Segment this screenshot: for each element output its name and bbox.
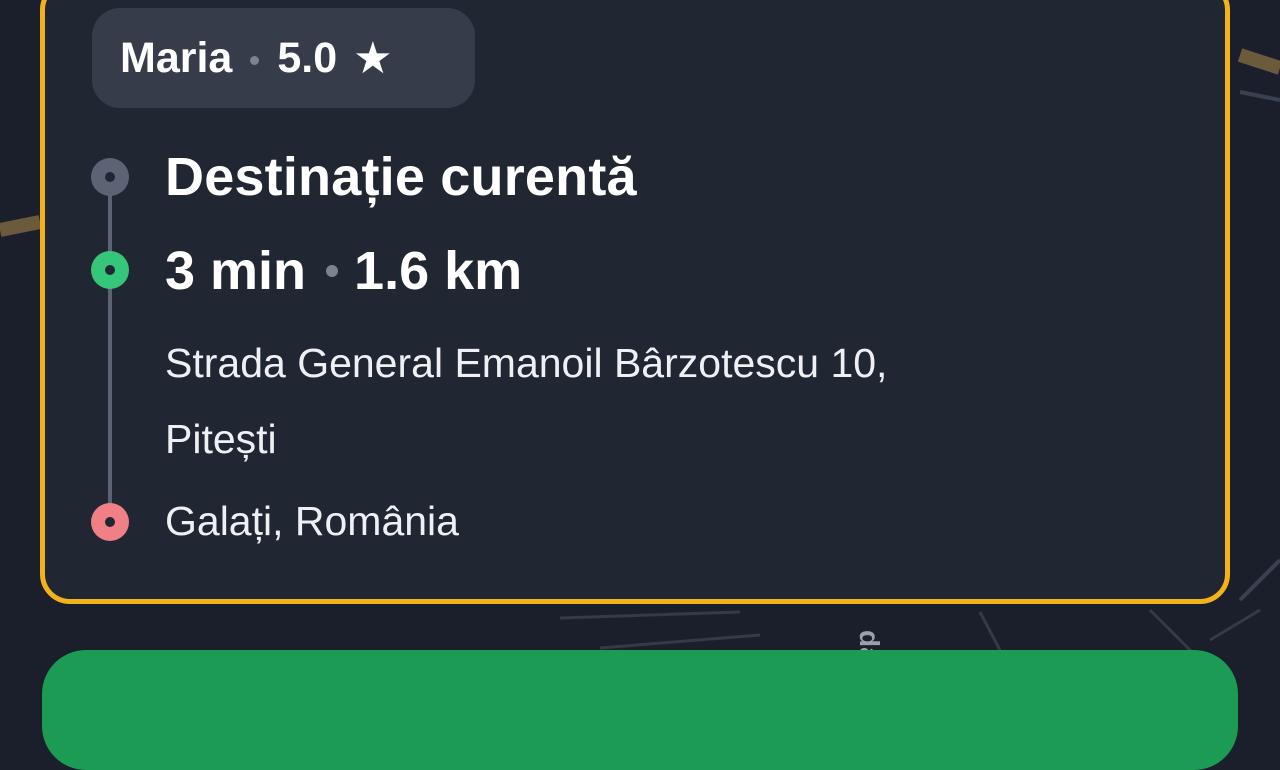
pickup-address: Strada General Emanoil Bârzotescu 10, Pi… xyxy=(165,325,1125,477)
route-node-icon xyxy=(91,158,129,196)
route-timeline-line xyxy=(108,178,112,522)
star-icon: ★ xyxy=(353,33,393,83)
primary-action-button[interactable] xyxy=(42,650,1238,770)
pickup-address-line2: Pitești xyxy=(165,416,277,462)
separator-dot xyxy=(326,265,339,277)
current-destination-label: Destinație curentă xyxy=(165,147,637,207)
eta-row: 3 min 1.6 km xyxy=(165,240,522,302)
eta-time: 3 min xyxy=(165,241,307,301)
pickup-address-line1: Strada General Emanoil Bârzotescu 10, xyxy=(165,340,888,386)
driver-name: Maria xyxy=(120,33,233,82)
driver-info-pill[interactable]: Maria 5.0 ★ xyxy=(92,8,475,108)
destination-address: Galați, România xyxy=(165,498,459,544)
separator-dot xyxy=(250,55,260,65)
driver-rating: 5.0 xyxy=(277,33,338,82)
eta-distance: 1.6 km xyxy=(354,241,523,301)
pickup-node-icon xyxy=(91,251,129,289)
destination-node-icon xyxy=(91,503,129,541)
